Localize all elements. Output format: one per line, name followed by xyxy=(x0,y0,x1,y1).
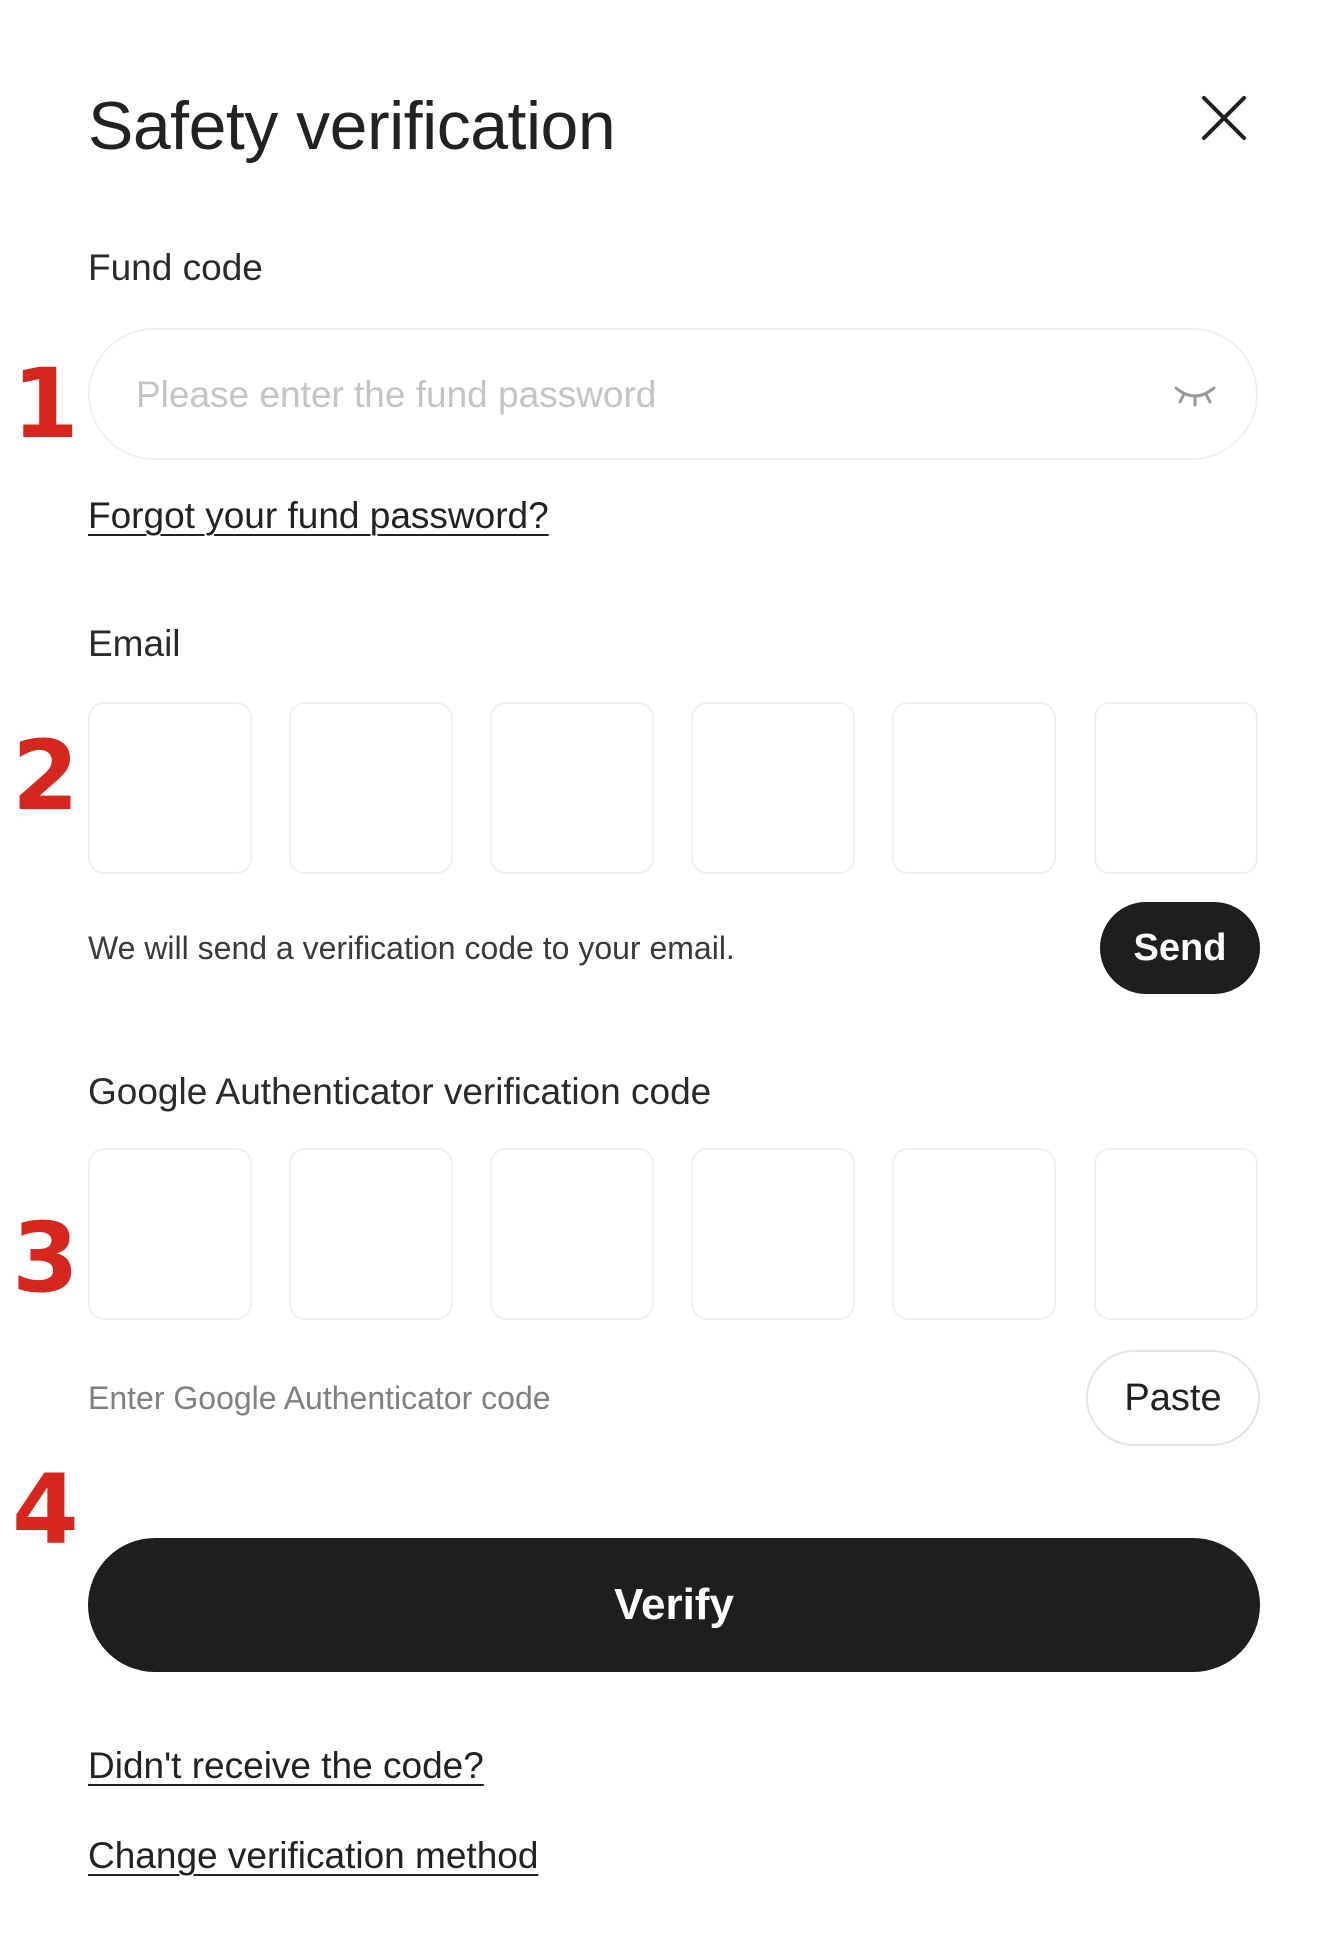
google-auth-digit-1[interactable] xyxy=(88,1148,252,1320)
email-label: Email xyxy=(88,623,181,664)
step-number-3: 3 xyxy=(12,1202,79,1314)
fund-code-label: Fund code xyxy=(88,247,263,288)
forgot-fund-password-link[interactable]: Forgot your fund password? xyxy=(88,494,549,538)
step-number-4: 4 xyxy=(12,1454,79,1566)
paste-button[interactable]: Paste xyxy=(1086,1350,1260,1446)
fund-password-input[interactable] xyxy=(134,330,1138,460)
step-number-1: 1 xyxy=(12,348,79,460)
step-number-2: 2 xyxy=(12,720,79,832)
eye-closed-icon xyxy=(1174,386,1216,407)
password-visibility-toggle[interactable] xyxy=(1172,374,1218,414)
verify-button[interactable]: Verify xyxy=(88,1538,1260,1672)
google-auth-digit-4[interactable] xyxy=(691,1148,855,1320)
didnt-receive-code-link[interactable]: Didn't receive the code? xyxy=(88,1744,484,1788)
email-code-digit-2[interactable] xyxy=(289,702,453,874)
google-auth-digit-3[interactable] xyxy=(490,1148,654,1320)
google-auth-label: Google Authenticator verification code xyxy=(88,1071,712,1112)
email-code-digit-3[interactable] xyxy=(490,702,654,874)
google-auth-digit-5[interactable] xyxy=(892,1148,1056,1320)
email-code-digit-5[interactable] xyxy=(892,702,1056,874)
send-code-button[interactable]: Send xyxy=(1100,902,1260,994)
close-icon xyxy=(1202,96,1246,140)
email-code-digit-6[interactable] xyxy=(1094,702,1258,874)
google-auth-digit-2[interactable] xyxy=(289,1148,453,1320)
google-auth-code-row xyxy=(88,1148,1260,1322)
email-code-digit-4[interactable] xyxy=(691,702,855,874)
email-code-digit-1[interactable] xyxy=(88,702,252,874)
close-button[interactable] xyxy=(1196,90,1252,146)
fund-password-field xyxy=(88,328,1258,460)
change-verification-method-link[interactable]: Change verification method xyxy=(88,1834,538,1878)
email-code-hint: We will send a verification code to your… xyxy=(88,930,735,966)
google-auth-hint: Enter Google Authenticator code xyxy=(88,1380,551,1416)
dialog-title: Safety verification xyxy=(88,88,616,164)
google-auth-digit-6[interactable] xyxy=(1094,1148,1258,1320)
email-code-row xyxy=(88,702,1260,876)
